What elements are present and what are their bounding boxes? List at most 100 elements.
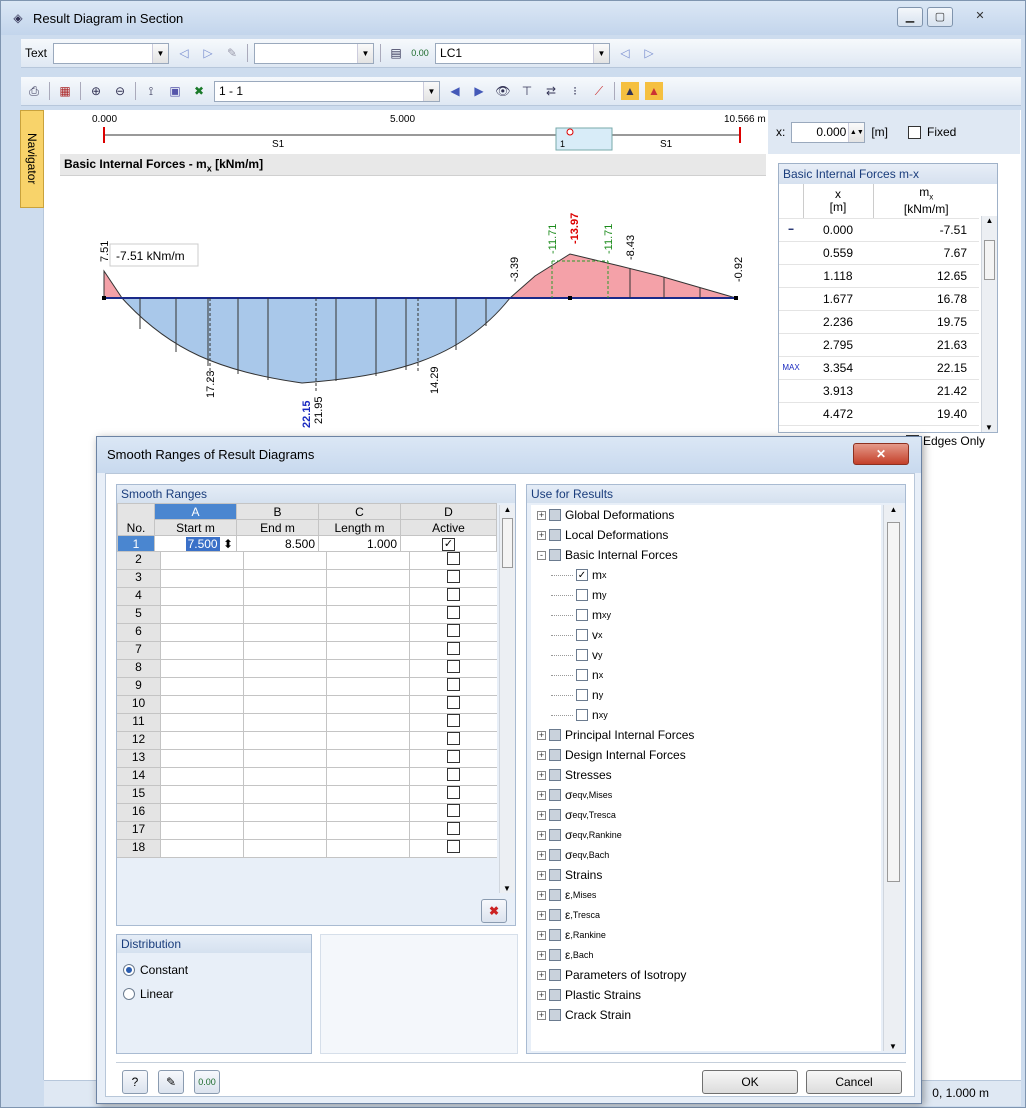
scroll-thumb[interactable] bbox=[502, 518, 513, 568]
tree-checkbox[interactable] bbox=[549, 769, 561, 781]
tree-item[interactable]: vx bbox=[537, 625, 881, 645]
active-cell[interactable] bbox=[410, 732, 497, 749]
start-cell[interactable] bbox=[161, 822, 244, 839]
tree-item[interactable]: + Parameters of Isotropy bbox=[537, 965, 881, 985]
table-row[interactable]: 11 bbox=[117, 714, 497, 732]
end-cell[interactable] bbox=[244, 822, 327, 839]
tree-checkbox[interactable] bbox=[576, 589, 588, 601]
loadcase-combo[interactable]: LC1 ▼ bbox=[435, 42, 611, 64]
active-cell[interactable] bbox=[410, 822, 497, 839]
length-cell[interactable] bbox=[327, 804, 410, 821]
expand-icon[interactable]: + bbox=[537, 830, 546, 840]
expand-icon[interactable]: + bbox=[537, 510, 546, 520]
start-cell[interactable] bbox=[161, 750, 244, 767]
length-cell[interactable] bbox=[327, 678, 410, 695]
prev-loadcase-icon[interactable]: ◁ bbox=[616, 44, 634, 62]
scroll-thumb[interactable] bbox=[984, 240, 995, 280]
tree-item[interactable]: + Stresses bbox=[537, 765, 881, 785]
values-icon[interactable]: ⇄ bbox=[542, 82, 560, 100]
x-input[interactable]: 0.000 ▲▼ bbox=[791, 121, 866, 143]
scroll-up-icon[interactable]: ▲ bbox=[884, 505, 903, 514]
length-cell[interactable] bbox=[327, 786, 410, 803]
scroll-down-icon[interactable]: ▼ bbox=[982, 423, 996, 432]
length-cell[interactable] bbox=[327, 642, 410, 659]
end-cell[interactable]: 8.500 bbox=[236, 535, 319, 552]
table-row[interactable]: MAX 3.354 22.15 bbox=[779, 357, 979, 380]
table-row[interactable]: 4 bbox=[117, 588, 497, 606]
end-cell[interactable] bbox=[244, 642, 327, 659]
next-loadcase-icon[interactable]: ▷ bbox=[640, 44, 658, 62]
spinner-icon[interactable]: ▲▼ bbox=[848, 122, 865, 142]
start-cell[interactable] bbox=[161, 678, 244, 695]
fixed-checkbox[interactable] bbox=[908, 125, 922, 139]
axis-icon[interactable]: ⁝ bbox=[566, 82, 584, 100]
values-icon[interactable]: 0.00 bbox=[411, 44, 429, 62]
length-cell[interactable] bbox=[327, 624, 410, 641]
ok-button[interactable]: OK bbox=[702, 1070, 798, 1094]
table-row[interactable]: 1 7.500 ⬍ 8.500 1.000 ✓ bbox=[117, 535, 497, 552]
tree-item[interactable]: + Global Deformations bbox=[537, 505, 881, 525]
table-row[interactable]: 2 bbox=[117, 552, 497, 570]
tree-item[interactable]: nx bbox=[537, 665, 881, 685]
tree-item[interactable]: + ε ,Bach bbox=[537, 945, 881, 965]
table-row[interactable]: 10 bbox=[117, 696, 497, 714]
values-button[interactable]: 0.00 bbox=[194, 1070, 220, 1094]
table-icon[interactable]: ▤ bbox=[387, 44, 405, 62]
active-checkbox[interactable] bbox=[447, 750, 460, 763]
table-row[interactable]: 4.472 19.40 bbox=[779, 403, 979, 426]
start-cell[interactable] bbox=[161, 660, 244, 677]
active-checkbox[interactable] bbox=[447, 678, 460, 691]
tree-item[interactable]: - Basic Internal Forces bbox=[537, 545, 881, 565]
tree-checkbox[interactable] bbox=[549, 749, 561, 761]
start-cell[interactable] bbox=[161, 804, 244, 821]
tree-scrollbar[interactable]: ▲ ▼ bbox=[883, 505, 903, 1051]
active-checkbox[interactable] bbox=[447, 840, 460, 853]
minimize-button[interactable]: ▁ bbox=[897, 7, 923, 27]
active-cell[interactable] bbox=[410, 588, 497, 605]
table-row[interactable]: 15 bbox=[117, 786, 497, 804]
expand-icon[interactable]: + bbox=[537, 970, 546, 980]
tree-item[interactable]: + Design Internal Forces bbox=[537, 745, 881, 765]
end-cell[interactable] bbox=[244, 660, 327, 677]
active-checkbox[interactable] bbox=[447, 588, 460, 601]
tree-item[interactable]: + ε ,Rankine bbox=[537, 925, 881, 945]
active-checkbox[interactable] bbox=[447, 714, 460, 727]
excel-icon[interactable]: ✖ bbox=[190, 82, 208, 100]
end-cell[interactable] bbox=[244, 552, 327, 569]
tree-item[interactable]: my bbox=[537, 585, 881, 605]
tree-item[interactable]: + Local Deformations bbox=[537, 525, 881, 545]
tree-item[interactable]: + Plastic Strains bbox=[537, 985, 881, 1005]
expand-icon[interactable]: + bbox=[537, 930, 546, 940]
table-row[interactable]: 0.559 7.67 bbox=[779, 242, 979, 265]
delete-button[interactable]: ✖ bbox=[481, 899, 507, 923]
table-row[interactable]: 3 bbox=[117, 570, 497, 588]
dialog-close-button[interactable]: ✕ bbox=[853, 443, 909, 465]
start-cell[interactable] bbox=[161, 696, 244, 713]
tree-checkbox[interactable]: ✓ bbox=[576, 569, 588, 581]
section-combo[interactable]: 1 - 1 ▼ bbox=[214, 80, 440, 102]
tree-item[interactable]: + Principal Internal Forces bbox=[537, 725, 881, 745]
length-cell[interactable] bbox=[327, 552, 410, 569]
expand-icon[interactable]: + bbox=[537, 990, 546, 1000]
tree-checkbox[interactable] bbox=[549, 989, 561, 1001]
length-cell[interactable] bbox=[327, 750, 410, 767]
active-cell[interactable] bbox=[410, 642, 497, 659]
text-combo[interactable]: ▼ bbox=[53, 42, 170, 64]
end-cell[interactable] bbox=[244, 606, 327, 623]
tree-checkbox[interactable] bbox=[549, 869, 561, 881]
end-cell[interactable] bbox=[244, 714, 327, 731]
tree-item[interactable]: + σ eqv,Bach bbox=[537, 845, 881, 865]
length-cell[interactable] bbox=[327, 822, 410, 839]
color-diagram-icon[interactable]: ▲ bbox=[621, 82, 639, 100]
scroll-down-icon[interactable]: ▼ bbox=[884, 1042, 902, 1051]
active-checkbox[interactable]: ✓ bbox=[442, 538, 455, 551]
color-fill-icon[interactable]: ▲ bbox=[645, 82, 663, 100]
tree-item[interactable]: vy bbox=[537, 645, 881, 665]
active-checkbox[interactable] bbox=[447, 660, 460, 673]
table-row[interactable]: 12 bbox=[117, 732, 497, 750]
scroll-down-icon[interactable]: ▼ bbox=[500, 884, 514, 893]
end-cell[interactable] bbox=[244, 768, 327, 785]
table-row[interactable]: 3.913 21.42 bbox=[779, 380, 979, 403]
active-cell[interactable] bbox=[410, 768, 497, 785]
tree-checkbox[interactable] bbox=[549, 529, 561, 541]
